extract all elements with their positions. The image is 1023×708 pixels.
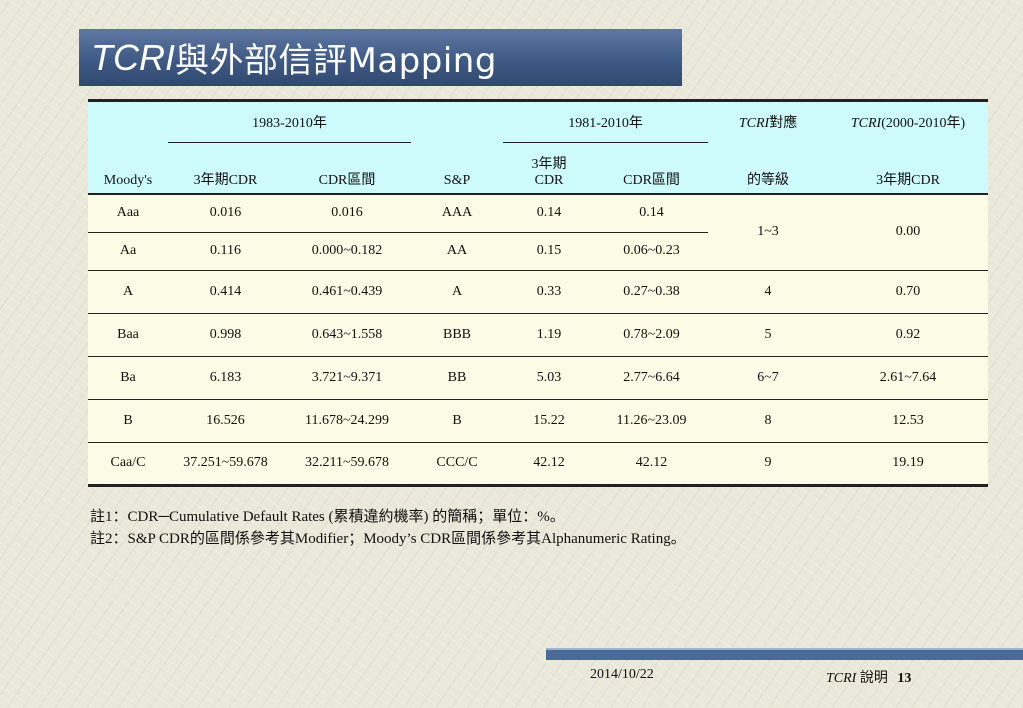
mapping-table-wrapper: 1983-2010年 1981-2010年 TCRI對應 TCRI(2000-2… <box>88 99 989 487</box>
cell-sp: A <box>411 270 504 314</box>
footer-brand: TCRI <box>826 671 857 686</box>
cell-tcri-grade: 6~7 <box>708 356 829 400</box>
cell-sp: BBB <box>411 313 504 357</box>
cell-moodys: Aa <box>88 232 168 271</box>
cell-moodys-cdr: 0.414 <box>168 270 283 314</box>
cell-sp-range: 0.78~2.09 <box>595 313 709 357</box>
cell-tcri-grade: 8 <box>708 399 829 443</box>
cell-tcri-grade: 1~3 <box>708 194 829 271</box>
table-row: B 16.526 11.678~24.299 B 15.22 11.26~23.… <box>88 399 989 443</box>
col-sp: S&P <box>411 142 504 195</box>
col-sp-cdr-line2: CDR <box>534 173 564 188</box>
table-header-row-2: Moody's 3年期CDR CDR區間 S&P 3年期 CDR CDR區間 的等… <box>88 142 989 195</box>
col-moodys: Moody's <box>88 142 168 195</box>
col-sp-range: CDR區間 <box>595 142 709 195</box>
cell-tcri-cdr: 0.70 <box>828 270 989 314</box>
cell-moodys-range: 11.678~24.299 <box>283 399 412 443</box>
header-tcri-period-text: (2000-2010年) <box>881 116 966 132</box>
header-tcri-map: TCRI對應 <box>708 99 829 143</box>
col-moodys-range: CDR區間 <box>283 142 412 195</box>
cell-moodys-range: 32.211~59.678 <box>283 442 412 487</box>
cell-moodys-cdr: 6.183 <box>168 356 283 400</box>
cell-sp-cdr: 0.14 <box>503 194 596 233</box>
cell-moodys-range: 0.000~0.182 <box>283 232 412 271</box>
cell-moodys-range: 0.016 <box>283 194 412 233</box>
footnotes: 註1：CDR─Cumulative Default Rates (累積違約機率)… <box>90 506 686 550</box>
footer-bar <box>546 650 1023 660</box>
page-number: 13 <box>897 671 912 686</box>
slide-title-tcri: TCRI <box>91 36 175 78</box>
cell-sp-range: 11.26~23.09 <box>595 399 709 443</box>
cell-sp-range: 0.14 <box>595 194 709 233</box>
header-tcri-period: TCRI(2000-2010年) <box>828 99 989 143</box>
cell-sp-range: 42.12 <box>595 442 709 487</box>
footer-date: 2014/10/22 <box>590 667 654 682</box>
col-tcri-grade: 的等級 <box>708 142 829 195</box>
header-blank <box>411 99 504 143</box>
table-row: Caa/C 37.251~59.678 32.211~59.678 CCC/C … <box>88 442 989 487</box>
mapping-table: 1983-2010年 1981-2010年 TCRI對應 TCRI(2000-2… <box>88 99 989 487</box>
cell-tcri-grade: 5 <box>708 313 829 357</box>
cell-sp-cdr: 5.03 <box>503 356 596 400</box>
cell-tcri-grade: 4 <box>708 270 829 314</box>
footer-label: TCRI 說明 13 <box>826 667 911 687</box>
footnote-2: 註2：S&P CDR的區間係參考其Modifier；Moody’s CDR區間係… <box>90 531 686 547</box>
cell-moodys-range: 0.643~1.558 <box>283 313 412 357</box>
cell-moodys: Ba <box>88 356 168 400</box>
header-blank <box>88 99 168 143</box>
footnote-1: 註1：CDR─Cumulative Default Rates (累積違約機率)… <box>90 509 565 525</box>
header-tcri-period-italic: TCRI <box>850 116 882 132</box>
cell-moodys: Baa <box>88 313 168 357</box>
cell-sp: AAA <box>411 194 504 233</box>
col-moodys-cdr: 3年期CDR <box>168 142 283 195</box>
cell-moodys-cdr: 37.251~59.678 <box>168 442 283 487</box>
table-row: Baa 0.998 0.643~1.558 BBB 1.19 0.78~2.09… <box>88 313 989 357</box>
cell-sp: CCC/C <box>411 442 504 487</box>
cell-sp: BB <box>411 356 504 400</box>
cell-sp-range: 0.06~0.23 <box>595 232 709 271</box>
footer-text: 說明 <box>859 671 888 686</box>
cell-moodys-range: 0.461~0.439 <box>283 270 412 314</box>
cell-sp-cdr: 0.33 <box>503 270 596 314</box>
header-tcri-map-italic: TCRI <box>738 116 770 132</box>
cell-tcri-cdr: 0.00 <box>828 194 989 271</box>
col-tcri-cdr: 3年期CDR <box>828 142 989 195</box>
cell-moodys: A <box>88 270 168 314</box>
slide-title: TCRI 與外部信評Mapping <box>79 29 682 86</box>
cell-tcri-cdr: 12.53 <box>828 399 989 443</box>
cell-sp-cdr: 15.22 <box>503 399 596 443</box>
cell-sp: B <box>411 399 504 443</box>
cell-sp-cdr: 42.12 <box>503 442 596 487</box>
cell-tcri-cdr: 19.19 <box>828 442 989 487</box>
col-sp-cdr: 3年期 CDR <box>503 142 596 195</box>
cell-tcri-cdr: 2.61~7.64 <box>828 356 989 400</box>
cell-sp-range: 2.77~6.64 <box>595 356 709 400</box>
cell-sp: AA <box>411 232 504 271</box>
cell-tcri-grade: 9 <box>708 442 829 487</box>
cell-tcri-cdr: 0.92 <box>828 313 989 357</box>
cell-sp-range: 0.27~0.38 <box>595 270 709 314</box>
table-row: Aaa 0.016 0.016 AAA 0.14 0.14 1~3 0.00 <box>88 194 989 271</box>
cell-moodys: B <box>88 399 168 443</box>
cell-moodys-cdr: 0.998 <box>168 313 283 357</box>
table-row: A 0.414 0.461~0.439 A 0.33 0.27~0.38 4 0… <box>88 270 989 314</box>
col-sp-cdr-line1: 3年期 <box>531 157 567 172</box>
cell-sp-cdr: 1.19 <box>503 313 596 357</box>
cell-moodys-cdr: 16.526 <box>168 399 283 443</box>
cell-moodys: Caa/C <box>88 442 168 487</box>
table-row: Ba 6.183 3.721~9.371 BB 5.03 2.77~6.64 6… <box>88 356 989 400</box>
cell-moodys-cdr: 0.016 <box>168 194 283 233</box>
header-sp-period: 1981-2010年 <box>503 99 709 143</box>
header-tcri-map-text: 對應 <box>769 116 798 132</box>
slide-title-text: 與外部信評Mapping <box>175 41 497 81</box>
cell-sp-cdr: 0.15 <box>503 232 596 271</box>
cell-moodys: Aaa <box>88 194 168 233</box>
table-header-row-1: 1983-2010年 1981-2010年 TCRI對應 TCRI(2000-2… <box>88 99 989 143</box>
cell-moodys-range: 3.721~9.371 <box>283 356 412 400</box>
header-moodys-period: 1983-2010年 <box>168 99 412 143</box>
cell-moodys-cdr: 0.116 <box>168 232 283 271</box>
